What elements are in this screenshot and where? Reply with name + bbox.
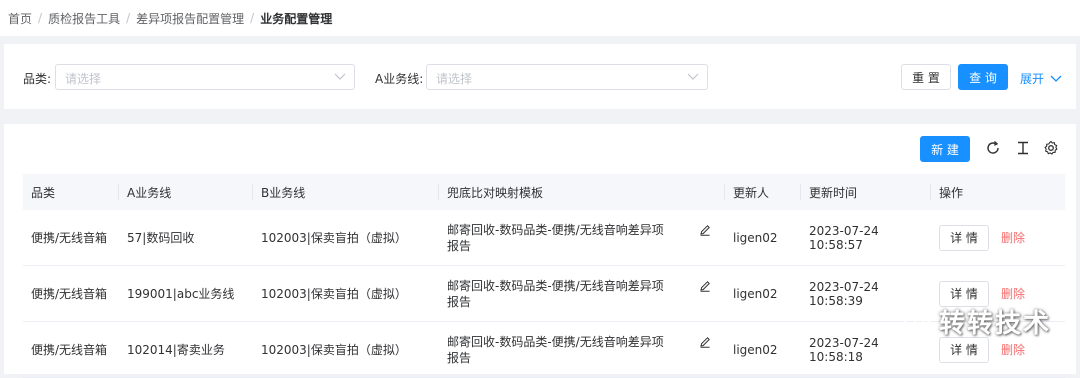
expand-label: 展开 <box>1020 72 1045 86</box>
edit-icon[interactable] <box>699 224 711 236</box>
breadcrumb-home[interactable]: 首页 <box>8 10 32 27</box>
config-table: 品类 A业务线 B业务线 兜底比对映射模板 更新人 更新时间 操作 便携/无线音… <box>23 174 1065 378</box>
template-text: 邮寄回收-数码品类-便携/无线音响差异项报告 <box>447 278 664 309</box>
cell-template: 邮寄回收-数码品类-便携/无线音响差异项报告 <box>439 265 725 322</box>
breadcrumb: 首页 / 质检报告工具 / 差异项报告配置管理 / 业务配置管理 <box>0 0 1080 36</box>
chevron-down-icon <box>687 73 699 80</box>
column-header-b-line: B业务线 <box>253 174 439 210</box>
column-header-updated-at: 更新时间 <box>801 174 931 210</box>
column-header-category: 品类 <box>23 174 119 210</box>
breadcrumb-current-page: 业务配置管理 <box>260 11 333 26</box>
cell-a-line: 57|数码回收 <box>119 210 253 266</box>
delete-link[interactable]: 删除 <box>1001 341 1025 358</box>
detail-button[interactable]: 详 情 <box>939 336 989 363</box>
cell-category: 便携/无线音箱 <box>23 210 119 266</box>
edit-icon[interactable] <box>699 336 711 348</box>
column-header-actions: 操作 <box>931 174 1065 210</box>
cell-updater: ligen02 <box>725 265 801 322</box>
cell-template: 邮寄回收-数码品类-便携/无线音响差异项报告 <box>439 210 725 266</box>
business-line-select[interactable]: 请选择 <box>426 64 708 90</box>
column-header-template: 兜底比对映射模板 <box>439 174 725 210</box>
delete-link[interactable]: 删除 <box>1001 285 1025 302</box>
template-text: 邮寄回收-数码品类-便携/无线音响差异项报告 <box>447 222 664 253</box>
table-row: 便携/无线音箱 57|数码回收 102003|保卖盲拍（虚拟） 邮寄回收-数码品… <box>23 210 1065 266</box>
cell-b-line: 102003|保卖盲拍（虚拟） <box>253 265 439 322</box>
refresh-icon[interactable] <box>985 140 1001 156</box>
cell-updated-at: 2023-07-24 10:58:57 <box>801 210 931 266</box>
breadcrumb-qc-report-tool[interactable]: 质检报告工具 <box>48 10 120 27</box>
wechat-icon <box>903 310 931 332</box>
column-header-updater: 更新人 <box>725 174 801 210</box>
column-header-a-line: A业务线 <box>119 174 253 210</box>
category-label: 品类: <box>23 72 52 86</box>
cell-updater: ligen02 <box>725 321 801 378</box>
cell-a-line: 199001|abc业务线 <box>119 265 253 322</box>
category-select[interactable]: 请选择 <box>55 64 355 90</box>
breadcrumb-separator: / <box>38 11 43 25</box>
breadcrumb-separator: / <box>250 11 255 25</box>
watermark-text: 转转技术 <box>939 309 1052 339</box>
breadcrumb-diff-report-config[interactable]: 差异项报告配置管理 <box>136 10 244 27</box>
edit-icon[interactable] <box>699 280 711 292</box>
reset-button[interactable]: 重 置 <box>901 64 951 90</box>
cell-b-line: 102003|保卖盲拍（虚拟） <box>253 210 439 266</box>
new-button[interactable]: 新 建 <box>920 136 970 162</box>
breadcrumb-separator: / <box>126 11 131 25</box>
filter-panel: 品类: 请选择 A业务线: 请选择 重 置 查 询 展开 <box>4 44 1076 109</box>
cell-a-line: 102014|寄卖业务 <box>119 321 253 378</box>
settings-icon[interactable] <box>1043 140 1059 156</box>
watermark: 转转技术 <box>903 303 1051 340</box>
template-text: 邮寄回收-数码品类-便携/无线音响差异项报告 <box>447 334 664 365</box>
business-line-label: A业务线: <box>375 72 424 86</box>
text-height-icon[interactable] <box>1015 140 1031 156</box>
chevron-down-icon <box>1050 75 1062 82</box>
delete-link[interactable]: 删除 <box>1001 229 1025 246</box>
business-line-placeholder: 请选择 <box>436 72 473 86</box>
expand-toggle[interactable]: 展开 <box>1020 70 1062 87</box>
query-button[interactable]: 查 询 <box>958 64 1008 90</box>
cell-category: 便携/无线音箱 <box>23 321 119 378</box>
chevron-down-icon <box>334 73 346 80</box>
cell-actions: 详 情 删除 <box>931 210 1065 266</box>
category-placeholder: 请选择 <box>65 72 102 86</box>
table-header-row: 品类 A业务线 B业务线 兜底比对映射模板 更新人 更新时间 操作 <box>23 174 1065 210</box>
cell-category: 便携/无线音箱 <box>23 265 119 322</box>
detail-button[interactable]: 详 情 <box>939 224 989 251</box>
cell-b-line: 102003|保卖盲拍（虚拟） <box>253 321 439 378</box>
cell-updater: ligen02 <box>725 210 801 266</box>
cell-template: 邮寄回收-数码品类-便携/无线音响差异项报告 <box>439 321 725 378</box>
